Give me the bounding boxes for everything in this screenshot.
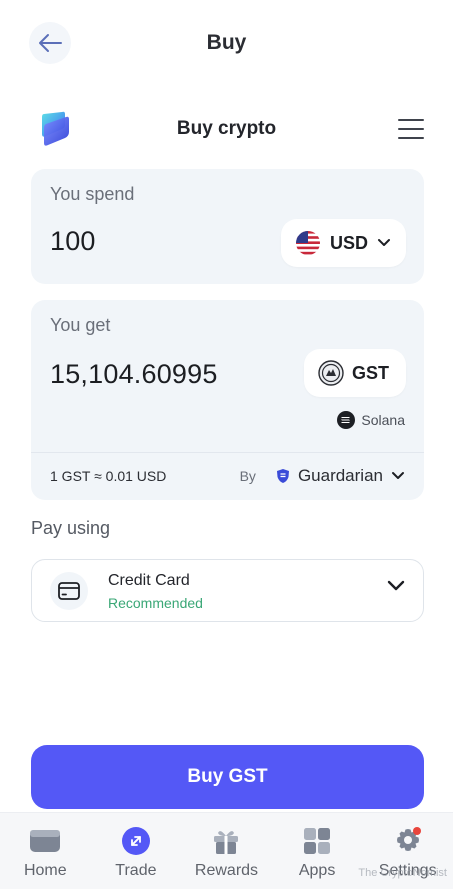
credit-card-icon [58, 582, 80, 600]
solana-icon [337, 411, 356, 429]
nav-label: Home [23, 862, 67, 879]
token-code: GST [352, 362, 390, 383]
by-label: By [239, 468, 256, 484]
swap-icon [120, 825, 152, 857]
payment-method-selector[interactable]: Credit Card Recommended [31, 559, 424, 622]
currency-selector[interactable]: USD [281, 219, 406, 267]
spend-amount-input[interactable]: 100 [50, 226, 96, 257]
guardarian-shield-icon [276, 469, 289, 483]
payment-method-name: Credit Card [108, 572, 190, 589]
network-name: Solana [361, 412, 405, 428]
provider-selector[interactable]: By Guardarian [240, 466, 405, 486]
nav-item-rewards[interactable]: Rewards [181, 813, 272, 889]
receive-amount: 15,104.60995 [50, 359, 218, 389]
currency-code: USD [330, 232, 369, 253]
gift-icon [210, 825, 242, 857]
hamburger-line [398, 137, 424, 139]
widget-header: Buy crypto [0, 104, 453, 156]
chevron-down-icon [392, 472, 404, 479]
wallet-icon [29, 825, 61, 857]
buy-button[interactable]: Buy GST [31, 745, 424, 809]
spend-label: You spend [50, 184, 135, 204]
gear-icon [392, 825, 424, 857]
widget-title: Buy crypto [176, 118, 277, 139]
nav-item-home[interactable]: Home [0, 813, 91, 889]
network-badge: Solana [337, 411, 405, 429]
bottom-navigation: Home Trade Rewards Apps Settings The Cry… [0, 812, 453, 889]
divider [31, 452, 424, 453]
nav-item-apps[interactable]: Apps [272, 813, 363, 889]
nav-label: Rewards [194, 862, 259, 879]
gst-token-icon [318, 360, 344, 386]
receive-label: You get [50, 315, 111, 335]
credit-card-icon-wrap [50, 572, 88, 610]
menu-button[interactable] [398, 119, 424, 139]
chevron-down-icon [387, 580, 405, 591]
pay-using-label: Pay using [31, 518, 111, 538]
nav-label: Trade [115, 862, 157, 879]
hamburger-line [398, 119, 424, 121]
us-flag-icon [296, 231, 320, 255]
token-selector[interactable]: GST [304, 349, 406, 397]
nav-item-trade[interactable]: Trade [91, 813, 182, 889]
nav-label: Apps [298, 862, 336, 879]
hamburger-line [398, 128, 424, 130]
spend-card: You spend 100 USD [31, 169, 424, 284]
grid-icon [301, 825, 333, 857]
exchange-rate: 1 GST ≈ 0.01 USD [50, 468, 167, 484]
provider-name: Guardarian [297, 466, 383, 485]
page-title: Buy [206, 31, 247, 54]
top-bar: Buy [0, 0, 453, 90]
receive-card: You get 15,104.60995 GST Solana 1 GST ≈ … [31, 300, 424, 500]
recommended-badge: Recommended [108, 595, 203, 611]
watermark: The CryptoNomist [358, 867, 447, 879]
chevron-down-icon [378, 239, 391, 246]
